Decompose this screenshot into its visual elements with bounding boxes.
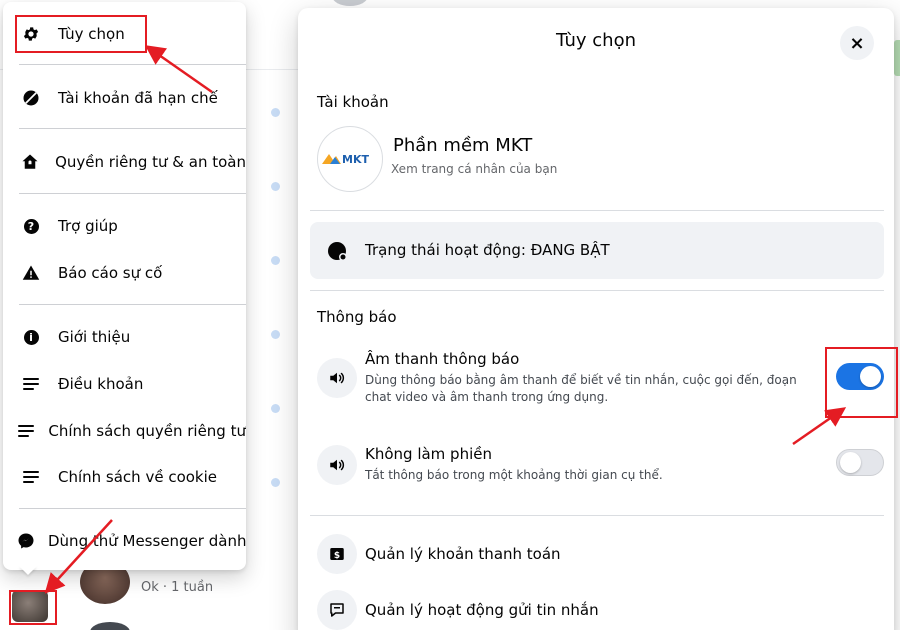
notification-sound-description: Dùng thông báo bằng âm thanh để biết về …	[365, 373, 797, 404]
svg-text:$: $	[334, 551, 340, 561]
menu-item-try-messenger[interactable]: Dùng thử Messenger dành	[11, 521, 246, 561]
do-not-disturb-toggle[interactable]	[836, 449, 884, 476]
menu-item-label: Quyền riêng tư & an toàn	[55, 153, 246, 171]
menu-item-report-problem[interactable]: Báo cáo sự cố	[11, 253, 246, 293]
menu-item-label: Tài khoản đã hạn chế	[58, 89, 218, 107]
menu-item-label: Chính sách quyền riêng tư	[48, 422, 246, 440]
avatar	[90, 622, 130, 630]
menu-item-label: Chính sách về cookie	[58, 468, 218, 486]
section-heading-account: Tài khoản	[317, 93, 389, 111]
menu-item-about[interactable]: i Giới thiệu	[11, 317, 246, 357]
divider	[19, 508, 246, 509]
active-status-icon	[326, 240, 348, 262]
menu-item-label: Điều khoản	[58, 375, 144, 393]
active-status-label: Trạng thái hoạt động: ĐANG BẬT	[365, 241, 610, 259]
active-status-button[interactable]: Trạng thái hoạt động: ĐANG BẬT	[310, 222, 884, 279]
menu-item-privacy-safety[interactable]: Quyền riêng tư & an toàn	[11, 142, 246, 182]
annotation-highlight-toggle	[825, 347, 898, 418]
close-button[interactable]: ×	[840, 26, 874, 60]
divider	[310, 210, 884, 211]
menu-item-label: Báo cáo sự cố	[58, 264, 163, 282]
menu-item-help[interactable]: ? Trợ giúp	[11, 206, 246, 246]
conversation-preview: Ok · 1 tuần	[141, 580, 214, 595]
notification-sound-title: Âm thanh thông báo	[365, 350, 520, 368]
unread-dot	[271, 108, 280, 117]
divider	[19, 64, 246, 65]
manage-payments-link[interactable]: Quản lý khoản thanh toán	[365, 545, 561, 563]
do-not-disturb-description: Tắt thông báo trong một khoảng thời gian…	[365, 468, 663, 482]
restricted-icon	[17, 84, 45, 112]
document-icon	[17, 417, 35, 445]
divider	[310, 290, 884, 291]
annotation-highlight-preferences	[15, 15, 147, 53]
unread-dot	[271, 330, 280, 339]
manage-message-delivery-link[interactable]: Quản lý hoạt động gửi tin nhắn	[365, 601, 599, 619]
help-icon: ?	[17, 212, 45, 240]
speaker-icon	[317, 358, 357, 398]
mkt-logo: MKT	[322, 153, 369, 166]
unread-dot	[271, 478, 280, 487]
profile-logo[interactable]: MKT	[317, 126, 383, 192]
settings-dropdown-menu: Tùy chọn Tài khoản đã hạn chế Quyền riên…	[3, 2, 246, 570]
message-delivery-icon	[317, 590, 357, 630]
annotation-highlight-avatar	[9, 590, 57, 625]
document-icon	[17, 463, 45, 491]
unread-dot	[271, 256, 280, 265]
divider	[19, 304, 246, 305]
unread-dot	[271, 182, 280, 191]
menu-item-label: Trợ giúp	[58, 217, 118, 235]
menu-item-privacy-policy[interactable]: Chính sách quyền riêng tư	[11, 411, 246, 451]
divider	[310, 515, 884, 516]
divider	[19, 193, 246, 194]
speaker-icon	[317, 445, 357, 485]
do-not-disturb-title: Không làm phiền	[365, 445, 492, 463]
warning-icon	[17, 259, 45, 287]
online-indicator	[894, 40, 900, 76]
preferences-dialog: Tùy chọn × Tài khoản MKT Phần mềm MKT Xe…	[298, 8, 894, 630]
unread-dot	[271, 404, 280, 413]
menu-item-label: Dùng thử Messenger dành	[48, 532, 246, 550]
toggle-knob	[840, 452, 861, 473]
divider	[19, 128, 246, 129]
dialog-title: Tùy chọn	[555, 30, 637, 51]
messenger-icon	[17, 527, 35, 555]
logo-text: MKT	[342, 153, 369, 166]
menu-item-restricted-accounts[interactable]: Tài khoản đã hạn chế	[11, 78, 246, 118]
menu-item-terms[interactable]: Điều khoản	[11, 364, 246, 404]
home-shield-icon	[17, 148, 42, 176]
menu-item-cookie-policy[interactable]: Chính sách về cookie	[11, 457, 246, 497]
profile-name[interactable]: Phần mềm MKT	[393, 135, 532, 156]
menu-caret	[19, 566, 37, 575]
document-icon	[17, 370, 45, 398]
close-icon: ×	[849, 32, 865, 54]
section-heading-notifications: Thông báo	[317, 308, 397, 326]
info-icon: i	[17, 323, 45, 351]
profile-link[interactable]: Xem trang cá nhân của bạn	[391, 162, 557, 176]
payment-icon: $	[317, 534, 357, 574]
menu-item-label: Giới thiệu	[58, 328, 131, 346]
